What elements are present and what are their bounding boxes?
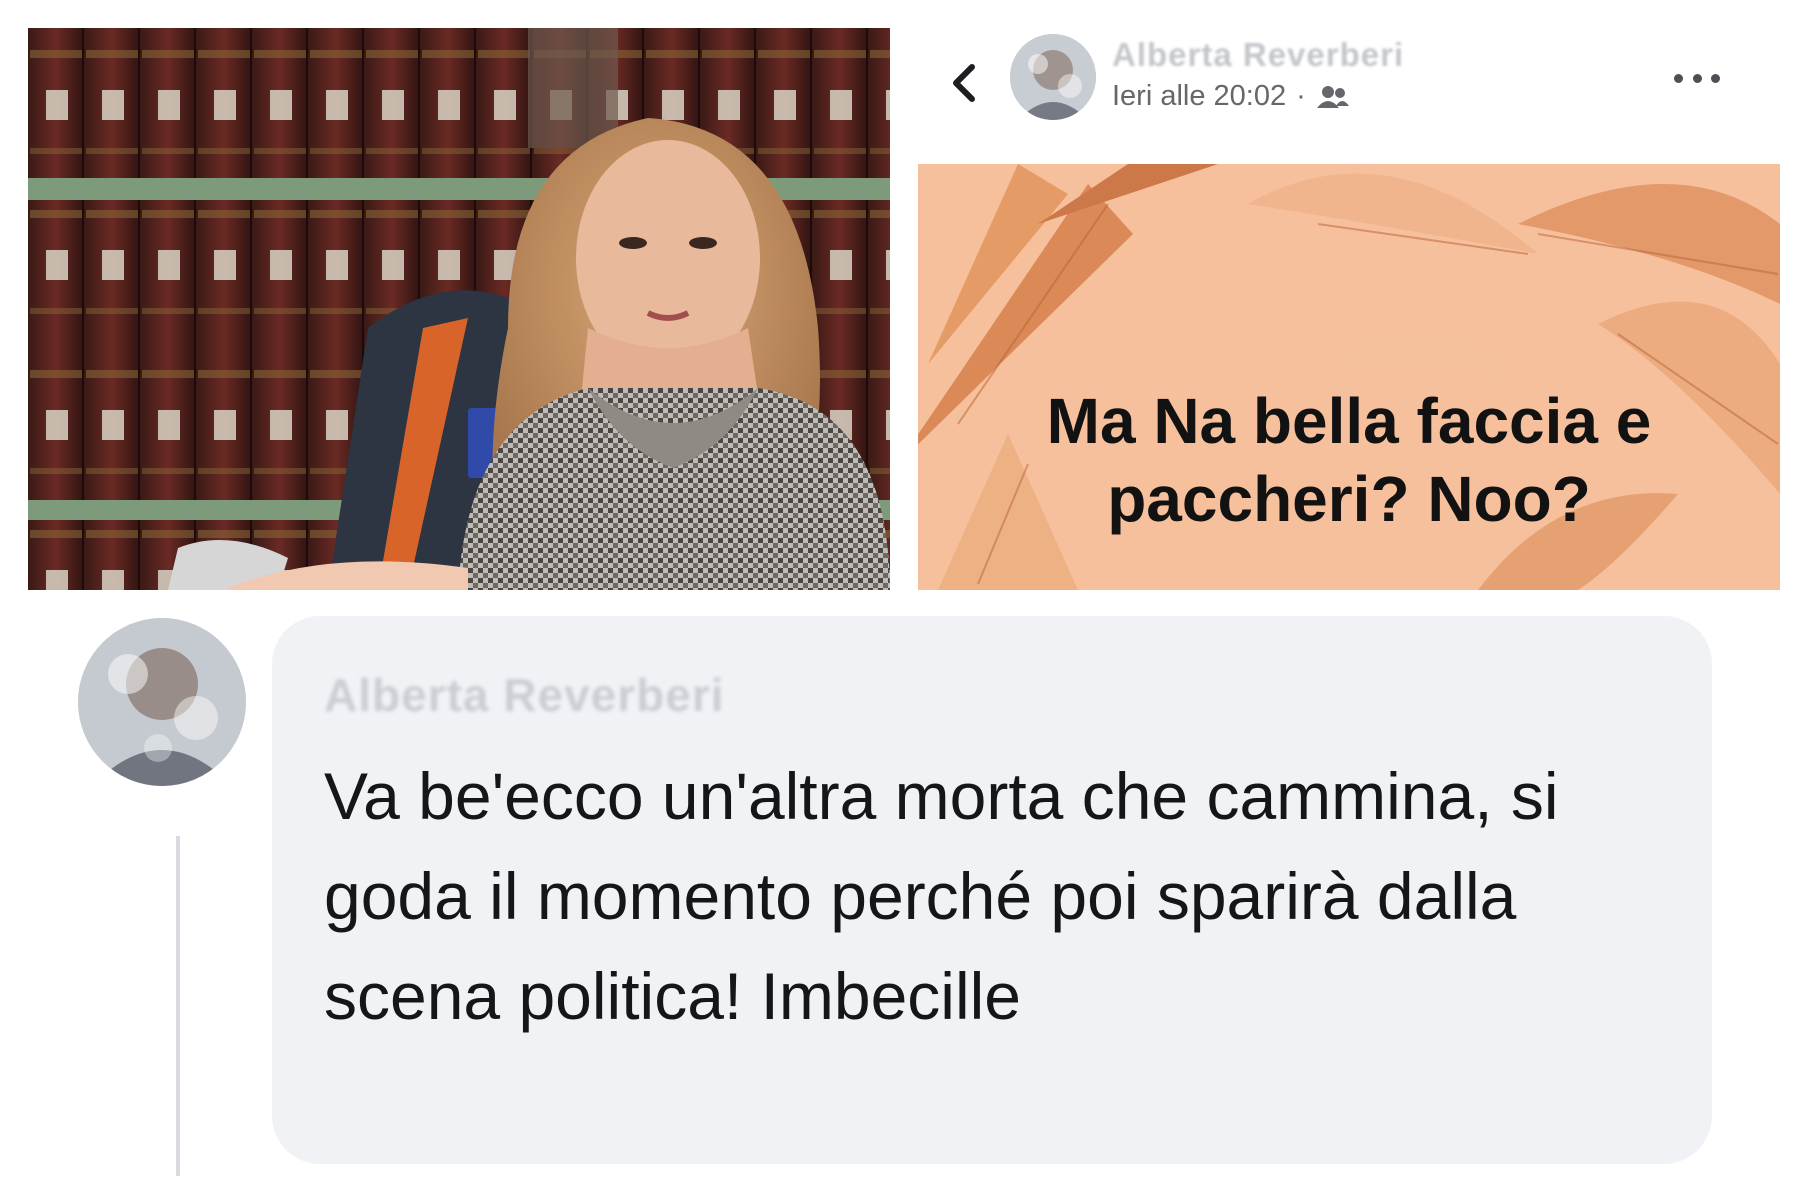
comment-bubble: Alberta Reverberi Va be'ecco un'altra mo… — [272, 616, 1712, 1164]
post-card-text: Ma Na bella faccia e paccheri? Noo? — [1046, 385, 1652, 536]
post-meta: Ieri alle 20:02 · — [1112, 80, 1350, 113]
post-author-name[interactable]: Alberta Reverberi — [1112, 36, 1404, 74]
more-horizontal-icon[interactable] — [1674, 64, 1720, 92]
comment-author-name[interactable]: Alberta Reverberi — [324, 668, 725, 722]
comment-thread-line — [176, 836, 180, 1176]
chevron-left-icon[interactable] — [942, 58, 986, 108]
post-header: Alberta Reverberi Ieri alle 20:02 · — [920, 28, 1760, 160]
post-text-card: Ma Na bella faccia e paccheri? Noo? — [918, 164, 1780, 590]
meta-separator: · — [1296, 80, 1306, 112]
photo-illustration — [28, 28, 890, 590]
comment-author-avatar[interactable] — [78, 618, 246, 786]
friends-icon — [1316, 84, 1350, 110]
comment-text: Va be'ecco un'altra morta che cammina, s… — [324, 759, 1559, 1033]
post-timestamp[interactable]: Ieri alle 20:02 — [1112, 80, 1286, 113]
author-avatar[interactable] — [1010, 34, 1096, 120]
news-photo — [28, 28, 890, 590]
